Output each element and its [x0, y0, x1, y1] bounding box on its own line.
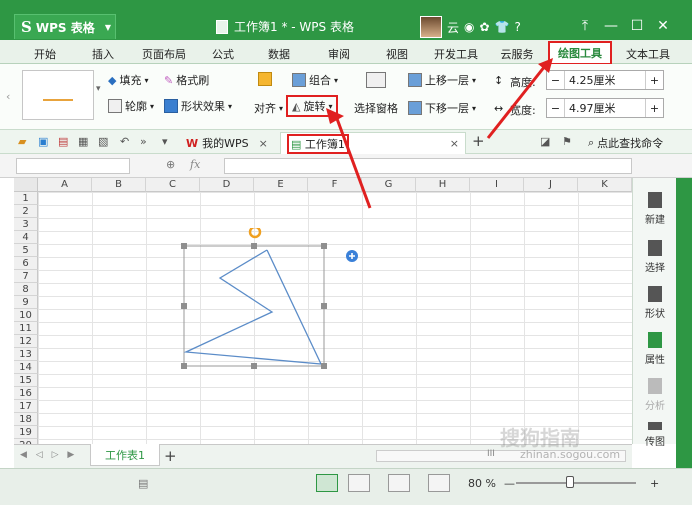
page-layout-view-button[interactable] [348, 474, 370, 492]
side-new-label: 新建 [645, 215, 665, 226]
side-select-button[interactable]: 选择 [633, 240, 677, 274]
zoom-in-button[interactable]: + [650, 477, 659, 490]
scroll-thumb-grip[interactable]: III [487, 449, 495, 459]
upload-image-icon [648, 422, 662, 430]
page-break-view-button[interactable] [388, 474, 410, 492]
side-properties-label: 属性 [645, 355, 665, 366]
side-select-label: 选择 [645, 263, 665, 274]
side-shape-label: 形状 [645, 309, 665, 320]
zoom-level[interactable]: 80 % [468, 477, 496, 490]
analysis-icon [648, 378, 662, 394]
new-file-icon [648, 192, 662, 208]
side-upload-image-button[interactable]: 传图 [633, 422, 677, 448]
zoom-slider[interactable] [516, 482, 636, 484]
shape-icon [648, 286, 662, 302]
task-side-panel: 新建 选择 形状 属性 分析 传图 [632, 178, 677, 448]
side-analysis-label: 分析 [645, 401, 665, 412]
sheet-nav-arrows[interactable]: ◀ ◁ ▷ ▶ [20, 450, 77, 460]
side-new-button[interactable]: 新建 [633, 192, 677, 226]
add-sheet-button[interactable]: + [164, 447, 177, 465]
annotation-arrows [326, 58, 553, 209]
watermark-url: zhinan.sogou.com [520, 448, 621, 461]
select-cursor-icon [648, 240, 662, 256]
status-bar: ▤ 80 % — + [0, 468, 692, 505]
side-properties-button[interactable]: 属性 [633, 332, 677, 366]
side-panel-edge[interactable] [676, 178, 692, 488]
zoom-slider-handle[interactable] [566, 476, 574, 488]
normal-view-button[interactable] [316, 474, 338, 492]
sheet-tab-1[interactable]: 工作表1 [90, 444, 160, 466]
status-doc-icon[interactable]: ▤ [138, 477, 148, 490]
side-shape-button[interactable]: 形状 [633, 286, 677, 320]
side-upload-label: 传图 [645, 437, 665, 448]
properties-icon [648, 332, 662, 348]
side-analysis-button[interactable]: 分析 [633, 378, 677, 412]
reading-mode-button[interactable] [428, 474, 450, 492]
watermark-brand: 搜狗指南 [500, 426, 580, 450]
zoom-out-button[interactable]: — [504, 477, 515, 490]
